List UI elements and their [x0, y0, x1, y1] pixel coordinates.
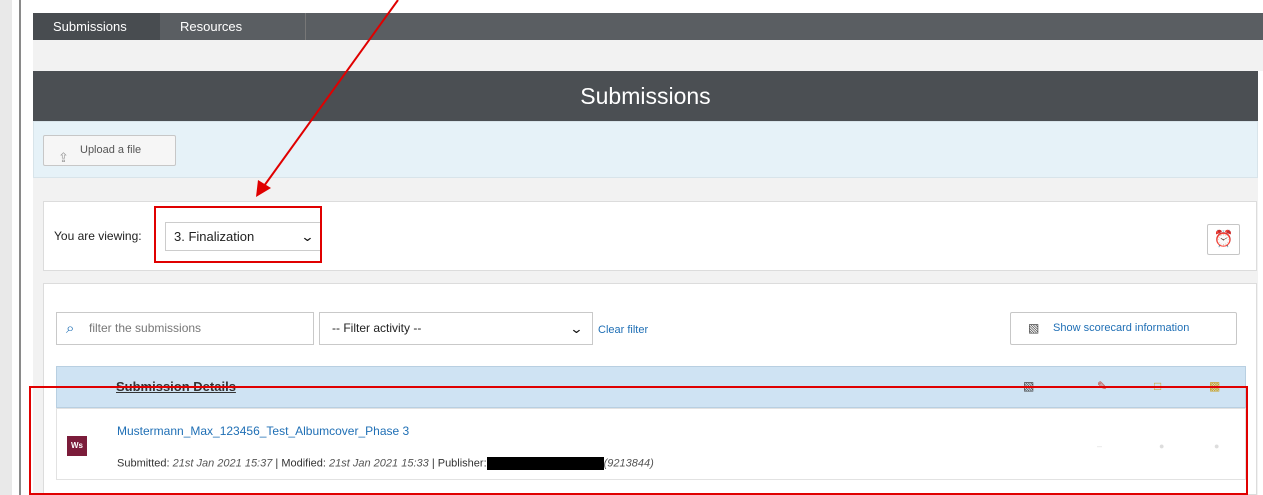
annotation-arrow: [256, 0, 399, 197]
screenshot: Submissions Resources Submissions ⇪ Uplo…: [0, 0, 1263, 495]
arrow-head: [256, 180, 271, 197]
arrow-line: [263, 0, 399, 187]
